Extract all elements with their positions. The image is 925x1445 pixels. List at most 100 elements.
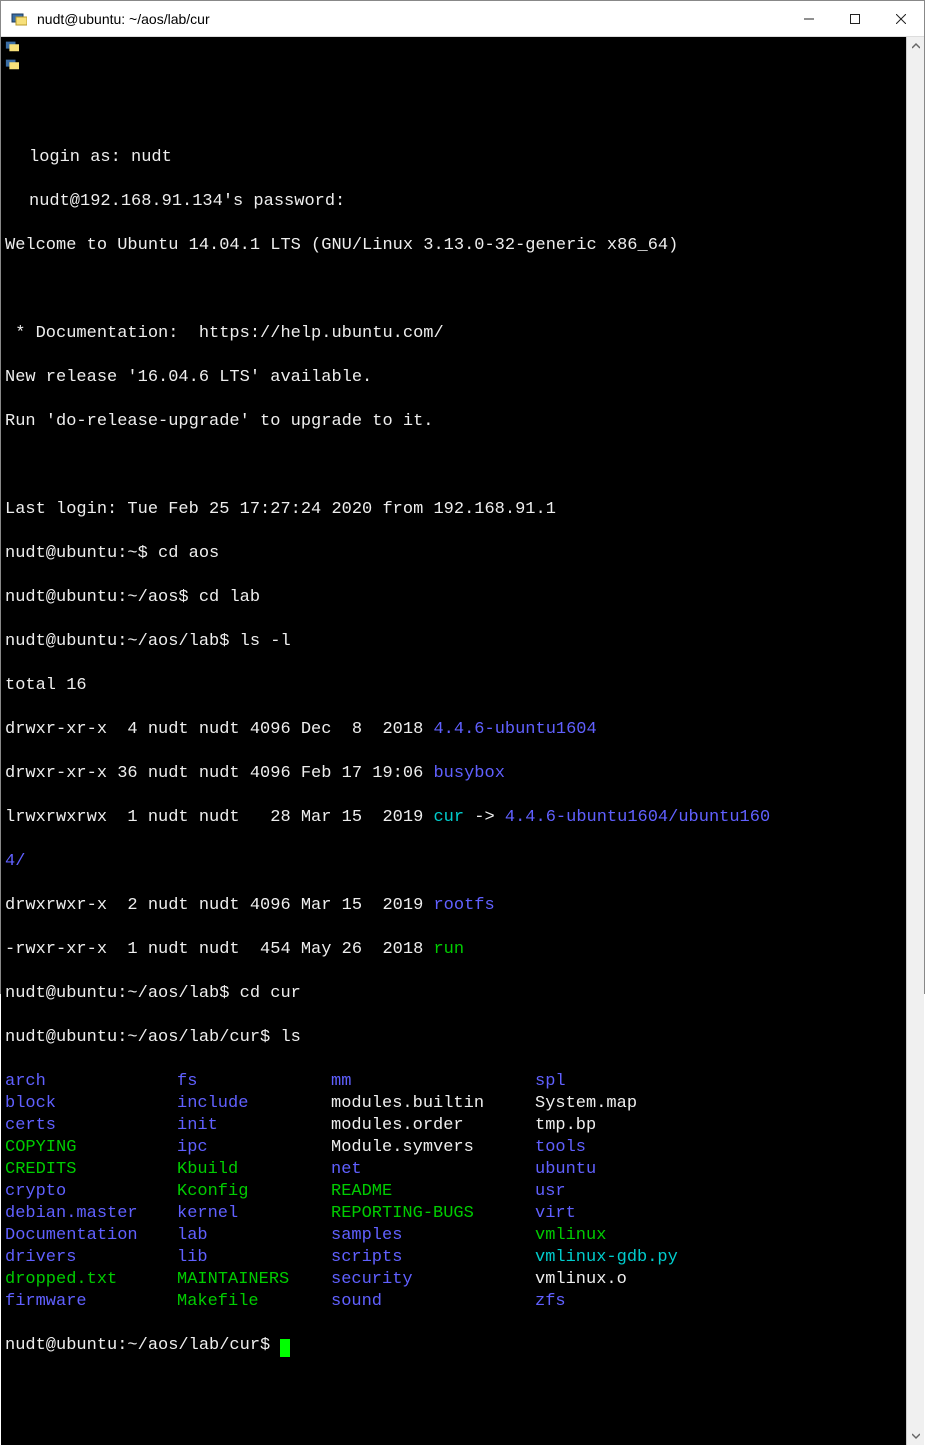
ls-item: COPYING xyxy=(5,1137,177,1159)
ls-item: virt xyxy=(535,1203,576,1225)
ls-item: Documentation xyxy=(5,1225,177,1247)
ls-item: REPORTING-BUGS xyxy=(331,1203,535,1225)
ls-row: CREDITSKbuildnetubuntu xyxy=(1,1159,906,1181)
ls-item: Makefile xyxy=(177,1291,331,1313)
ls-item: MAINTAINERS xyxy=(177,1269,331,1291)
ls-item: block xyxy=(5,1093,177,1115)
ls-row: Documentationlabsamplesvmlinux xyxy=(1,1225,906,1247)
ls-item: spl xyxy=(535,1071,566,1093)
welcome-line: Welcome to Ubuntu 14.04.1 LTS (GNU/Linux… xyxy=(5,236,678,255)
ls-row: debian.masterkernelREPORTING-BUGSvirt xyxy=(1,1203,906,1225)
ls-entry-perm: -rwxr-xr-x 1 nudt nudt 454 May 26 2018 xyxy=(5,940,433,959)
doc-line: * Documentation: https://help.ubuntu.com… xyxy=(5,324,444,343)
ls-entry-name: rootfs xyxy=(433,896,494,915)
ls-row: driverslibscriptsvmlinux-gdb.py xyxy=(1,1247,906,1269)
prompt: nudt@ubuntu:~/aos/lab/cur$ xyxy=(5,1028,280,1047)
ls-arrow: -> xyxy=(464,808,505,827)
ls-entry-name: 4.4.6-ubuntu1604 xyxy=(433,720,596,739)
minimize-button[interactable] xyxy=(786,1,832,37)
ls-item: drivers xyxy=(5,1247,177,1269)
ls-item: mm xyxy=(331,1071,535,1093)
ls-item: firmware xyxy=(5,1291,177,1313)
scrollbar[interactable] xyxy=(906,37,924,1445)
ls-item: vmlinux xyxy=(535,1225,606,1247)
ls-item: usr xyxy=(535,1181,566,1203)
ls-item: include xyxy=(177,1093,331,1115)
cmd: cd lab xyxy=(199,588,260,607)
ls-entry-perm: drwxr-xr-x 4 nudt nudt 4096 Dec 8 2018 xyxy=(5,720,433,739)
ls-item: vmlinux-gdb.py xyxy=(535,1247,678,1269)
prompt: nudt@ubuntu:~$ xyxy=(5,544,158,563)
ls-item: zfs xyxy=(535,1291,566,1313)
cursor xyxy=(280,1339,290,1357)
ls-item: README xyxy=(331,1181,535,1203)
ls-item: modules.builtin xyxy=(331,1093,535,1115)
password-prompt: nudt@192.168.91.134's password: xyxy=(29,192,345,211)
session-icon xyxy=(3,37,21,55)
ls-item: kernel xyxy=(177,1203,331,1225)
ls-item: scripts xyxy=(331,1247,535,1269)
putty-window: nudt@ubuntu: ~/aos/lab/cur login as: nud… xyxy=(0,0,925,994)
login-prompt: login as: nudt xyxy=(29,148,172,167)
last-login-line: Last login: Tue Feb 25 17:27:24 2020 fro… xyxy=(5,500,556,519)
scroll-up-icon[interactable] xyxy=(907,37,925,55)
ls-entry-name: run xyxy=(433,940,464,959)
ls-row: blockincludemodules.builtinSystem.map xyxy=(1,1093,906,1115)
ls-item: fs xyxy=(177,1071,331,1093)
ls-row: certsinitmodules.ordertmp.bp xyxy=(1,1115,906,1137)
ls-row: cryptoKconfigREADMEusr xyxy=(1,1181,906,1203)
titlebar[interactable]: nudt@ubuntu: ~/aos/lab/cur xyxy=(1,1,924,37)
ls-row: COPYINGipcModule.symverstools xyxy=(1,1137,906,1159)
ls-row: archfsmmspl xyxy=(1,1071,906,1093)
ls-item: certs xyxy=(5,1115,177,1137)
ls-item: lab xyxy=(177,1225,331,1247)
ls-item: modules.order xyxy=(331,1115,535,1137)
ls-output-table: archfsmmsplblockincludemodules.builtinSy… xyxy=(1,1071,906,1313)
ls-link-target: 4.4.6-ubuntu1604/ubuntu160 xyxy=(505,808,770,827)
ls-entry-perm: drwxr-xr-x 36 nudt nudt 4096 Feb 17 19:0… xyxy=(5,764,433,783)
ls-item: samples xyxy=(331,1225,535,1247)
putty-app-icon xyxy=(9,9,29,29)
cmd: cd aos xyxy=(158,544,219,563)
cmd: ls xyxy=(280,1028,300,1047)
ls-item: net xyxy=(331,1159,535,1181)
ls-item: sound xyxy=(331,1291,535,1313)
cmd: ls -l xyxy=(240,632,291,651)
prompt: nudt@ubuntu:~/aos/lab/cur$ xyxy=(5,1336,280,1355)
ls-row: dropped.txtMAINTAINERSsecurityvmlinux.o xyxy=(1,1269,906,1291)
ls-item: debian.master xyxy=(5,1203,177,1225)
scroll-track[interactable] xyxy=(907,55,924,1427)
ls-item: crypto xyxy=(5,1181,177,1203)
ls-item: ubuntu xyxy=(535,1159,596,1181)
ls-item: CREDITS xyxy=(5,1159,177,1181)
ls-item: init xyxy=(177,1115,331,1137)
window-title: nudt@ubuntu: ~/aos/lab/cur xyxy=(37,11,210,27)
close-button[interactable] xyxy=(878,1,924,37)
ls-item: Module.symvers xyxy=(331,1137,535,1159)
prompt: nudt@ubuntu:~/aos/lab$ xyxy=(5,632,240,651)
ls-row: firmwareMakefilesoundzfs xyxy=(1,1291,906,1313)
ls-item: vmlinux.o xyxy=(535,1269,627,1291)
ls-item: System.map xyxy=(535,1093,637,1115)
ls-item: security xyxy=(331,1269,535,1291)
prompt: nudt@ubuntu:~/aos$ xyxy=(5,588,199,607)
ls-item: arch xyxy=(5,1071,177,1093)
ls-total: total 16 xyxy=(5,676,87,695)
terminal-output: login as: nudt nudt@192.168.91.134's pas… xyxy=(1,125,906,1401)
terminal[interactable]: login as: nudt nudt@192.168.91.134's pas… xyxy=(1,37,924,1445)
new-release-line: New release '16.04.6 LTS' available. xyxy=(5,368,372,387)
ls-entry-name: cur xyxy=(433,808,464,827)
session-icons xyxy=(3,37,21,73)
ls-entry-perm: drwxrwxr-x 2 nudt nudt 4096 Mar 15 2019 xyxy=(5,896,433,915)
ls-item: ipc xyxy=(177,1137,331,1159)
ls-item: tmp.bp xyxy=(535,1115,596,1137)
ls-item: tools xyxy=(535,1137,586,1159)
upgrade-hint-line: Run 'do-release-upgrade' to upgrade to i… xyxy=(5,412,433,431)
ls-item: Kconfig xyxy=(177,1181,331,1203)
ls-item: lib xyxy=(177,1247,331,1269)
maximize-button[interactable] xyxy=(832,1,878,37)
scroll-down-icon[interactable] xyxy=(907,1427,925,1445)
session-icon xyxy=(3,55,21,73)
content-area: login as: nudt nudt@192.168.91.134's pas… xyxy=(1,37,924,1445)
ls-entry-perm: lrwxrwxrwx 1 nudt nudt 28 Mar 15 2019 xyxy=(5,808,433,827)
